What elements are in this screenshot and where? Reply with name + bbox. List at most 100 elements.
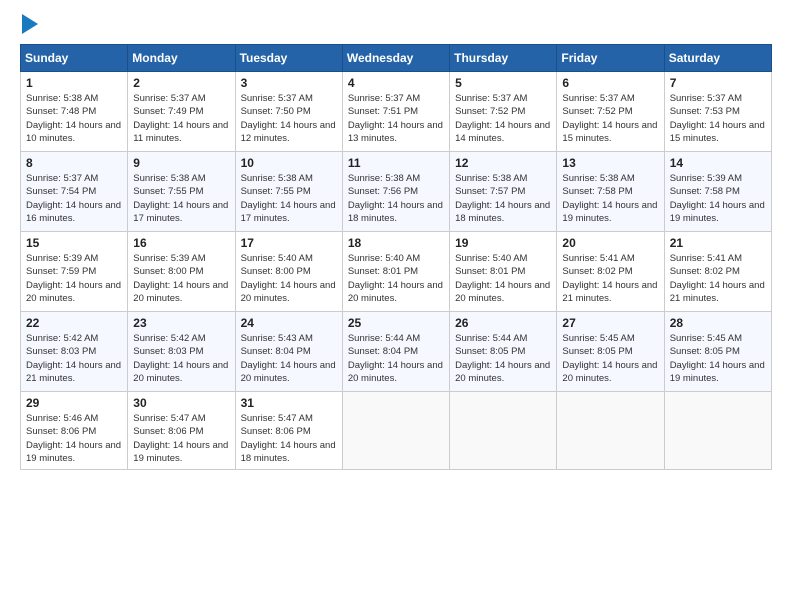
calendar-cell: 17 Sunrise: 5:40 AM Sunset: 8:00 PM Dayl…	[235, 232, 342, 312]
calendar-cell: 11 Sunrise: 5:38 AM Sunset: 7:56 PM Dayl…	[342, 152, 449, 232]
day-number: 20	[562, 236, 658, 250]
day-number: 4	[348, 76, 444, 90]
logo-arrow-icon	[22, 14, 38, 34]
calendar-cell: 13 Sunrise: 5:38 AM Sunset: 7:58 PM Dayl…	[557, 152, 664, 232]
calendar-cell: 16 Sunrise: 5:39 AM Sunset: 8:00 PM Dayl…	[128, 232, 235, 312]
day-number: 22	[26, 316, 122, 330]
day-number: 18	[348, 236, 444, 250]
calendar-cell: 10 Sunrise: 5:38 AM Sunset: 7:55 PM Dayl…	[235, 152, 342, 232]
day-info: Sunrise: 5:38 AM Sunset: 7:55 PM Dayligh…	[133, 172, 229, 225]
calendar-cell: 14 Sunrise: 5:39 AM Sunset: 7:58 PM Dayl…	[664, 152, 771, 232]
calendar-cell: 3 Sunrise: 5:37 AM Sunset: 7:50 PM Dayli…	[235, 72, 342, 152]
day-number: 17	[241, 236, 337, 250]
calendar-cell: 21 Sunrise: 5:41 AM Sunset: 8:02 PM Dayl…	[664, 232, 771, 312]
page: SundayMondayTuesdayWednesdayThursdayFrid…	[0, 0, 792, 480]
day-info: Sunrise: 5:47 AM Sunset: 8:06 PM Dayligh…	[241, 412, 337, 465]
day-info: Sunrise: 5:40 AM Sunset: 8:00 PM Dayligh…	[241, 252, 337, 305]
day-info: Sunrise: 5:38 AM Sunset: 7:56 PM Dayligh…	[348, 172, 444, 225]
day-number: 26	[455, 316, 551, 330]
day-info: Sunrise: 5:37 AM Sunset: 7:54 PM Dayligh…	[26, 172, 122, 225]
calendar-cell: 29 Sunrise: 5:46 AM Sunset: 8:06 PM Dayl…	[21, 392, 128, 470]
day-number: 11	[348, 156, 444, 170]
day-number: 25	[348, 316, 444, 330]
calendar-cell: 28 Sunrise: 5:45 AM Sunset: 8:05 PM Dayl…	[664, 312, 771, 392]
day-number: 19	[455, 236, 551, 250]
day-info: Sunrise: 5:40 AM Sunset: 8:01 PM Dayligh…	[455, 252, 551, 305]
calendar-cell	[342, 392, 449, 470]
day-number: 24	[241, 316, 337, 330]
calendar-cell: 1 Sunrise: 5:38 AM Sunset: 7:48 PM Dayli…	[21, 72, 128, 152]
day-number: 21	[670, 236, 766, 250]
day-info: Sunrise: 5:39 AM Sunset: 7:59 PM Dayligh…	[26, 252, 122, 305]
day-header-monday: Monday	[128, 45, 235, 72]
day-info: Sunrise: 5:40 AM Sunset: 8:01 PM Dayligh…	[348, 252, 444, 305]
day-info: Sunrise: 5:45 AM Sunset: 8:05 PM Dayligh…	[670, 332, 766, 385]
day-info: Sunrise: 5:43 AM Sunset: 8:04 PM Dayligh…	[241, 332, 337, 385]
calendar-cell: 4 Sunrise: 5:37 AM Sunset: 7:51 PM Dayli…	[342, 72, 449, 152]
calendar-cell: 18 Sunrise: 5:40 AM Sunset: 8:01 PM Dayl…	[342, 232, 449, 312]
calendar-cell: 5 Sunrise: 5:37 AM Sunset: 7:52 PM Dayli…	[450, 72, 557, 152]
day-number: 10	[241, 156, 337, 170]
logo	[20, 16, 38, 36]
calendar-cell: 20 Sunrise: 5:41 AM Sunset: 8:02 PM Dayl…	[557, 232, 664, 312]
day-number: 12	[455, 156, 551, 170]
calendar-cell	[557, 392, 664, 470]
calendar-header-row: SundayMondayTuesdayWednesdayThursdayFrid…	[21, 45, 772, 72]
calendar-cell: 12 Sunrise: 5:38 AM Sunset: 7:57 PM Dayl…	[450, 152, 557, 232]
day-number: 2	[133, 76, 229, 90]
day-number: 23	[133, 316, 229, 330]
header	[20, 16, 772, 36]
calendar-cell: 30 Sunrise: 5:47 AM Sunset: 8:06 PM Dayl…	[128, 392, 235, 470]
calendar-cell: 27 Sunrise: 5:45 AM Sunset: 8:05 PM Dayl…	[557, 312, 664, 392]
day-header-sunday: Sunday	[21, 45, 128, 72]
day-number: 6	[562, 76, 658, 90]
day-info: Sunrise: 5:39 AM Sunset: 7:58 PM Dayligh…	[670, 172, 766, 225]
calendar-cell: 15 Sunrise: 5:39 AM Sunset: 7:59 PM Dayl…	[21, 232, 128, 312]
calendar-cell: 24 Sunrise: 5:43 AM Sunset: 8:04 PM Dayl…	[235, 312, 342, 392]
calendar-cell	[664, 392, 771, 470]
calendar-cell: 31 Sunrise: 5:47 AM Sunset: 8:06 PM Dayl…	[235, 392, 342, 470]
day-header-thursday: Thursday	[450, 45, 557, 72]
day-header-wednesday: Wednesday	[342, 45, 449, 72]
calendar-cell: 23 Sunrise: 5:42 AM Sunset: 8:03 PM Dayl…	[128, 312, 235, 392]
calendar-cell	[450, 392, 557, 470]
calendar-cell: 2 Sunrise: 5:37 AM Sunset: 7:49 PM Dayli…	[128, 72, 235, 152]
day-header-friday: Friday	[557, 45, 664, 72]
day-info: Sunrise: 5:38 AM Sunset: 7:58 PM Dayligh…	[562, 172, 658, 225]
day-info: Sunrise: 5:37 AM Sunset: 7:52 PM Dayligh…	[562, 92, 658, 145]
day-info: Sunrise: 5:37 AM Sunset: 7:51 PM Dayligh…	[348, 92, 444, 145]
day-number: 29	[26, 396, 122, 410]
calendar-cell: 22 Sunrise: 5:42 AM Sunset: 8:03 PM Dayl…	[21, 312, 128, 392]
day-number: 16	[133, 236, 229, 250]
day-info: Sunrise: 5:42 AM Sunset: 8:03 PM Dayligh…	[26, 332, 122, 385]
day-info: Sunrise: 5:37 AM Sunset: 7:49 PM Dayligh…	[133, 92, 229, 145]
day-number: 13	[562, 156, 658, 170]
day-number: 30	[133, 396, 229, 410]
day-info: Sunrise: 5:44 AM Sunset: 8:05 PM Dayligh…	[455, 332, 551, 385]
day-number: 27	[562, 316, 658, 330]
day-info: Sunrise: 5:37 AM Sunset: 7:52 PM Dayligh…	[455, 92, 551, 145]
calendar-cell: 7 Sunrise: 5:37 AM Sunset: 7:53 PM Dayli…	[664, 72, 771, 152]
day-number: 1	[26, 76, 122, 90]
calendar-table: SundayMondayTuesdayWednesdayThursdayFrid…	[20, 44, 772, 470]
day-number: 14	[670, 156, 766, 170]
calendar-cell: 25 Sunrise: 5:44 AM Sunset: 8:04 PM Dayl…	[342, 312, 449, 392]
day-info: Sunrise: 5:38 AM Sunset: 7:55 PM Dayligh…	[241, 172, 337, 225]
day-number: 15	[26, 236, 122, 250]
day-info: Sunrise: 5:41 AM Sunset: 8:02 PM Dayligh…	[670, 252, 766, 305]
day-number: 8	[26, 156, 122, 170]
day-number: 5	[455, 76, 551, 90]
day-number: 7	[670, 76, 766, 90]
day-number: 3	[241, 76, 337, 90]
day-number: 31	[241, 396, 337, 410]
day-header-tuesday: Tuesday	[235, 45, 342, 72]
day-number: 28	[670, 316, 766, 330]
day-info: Sunrise: 5:46 AM Sunset: 8:06 PM Dayligh…	[26, 412, 122, 465]
day-info: Sunrise: 5:45 AM Sunset: 8:05 PM Dayligh…	[562, 332, 658, 385]
day-info: Sunrise: 5:37 AM Sunset: 7:50 PM Dayligh…	[241, 92, 337, 145]
calendar-cell: 9 Sunrise: 5:38 AM Sunset: 7:55 PM Dayli…	[128, 152, 235, 232]
day-info: Sunrise: 5:37 AM Sunset: 7:53 PM Dayligh…	[670, 92, 766, 145]
day-info: Sunrise: 5:38 AM Sunset: 7:48 PM Dayligh…	[26, 92, 122, 145]
day-info: Sunrise: 5:38 AM Sunset: 7:57 PM Dayligh…	[455, 172, 551, 225]
calendar-cell: 19 Sunrise: 5:40 AM Sunset: 8:01 PM Dayl…	[450, 232, 557, 312]
